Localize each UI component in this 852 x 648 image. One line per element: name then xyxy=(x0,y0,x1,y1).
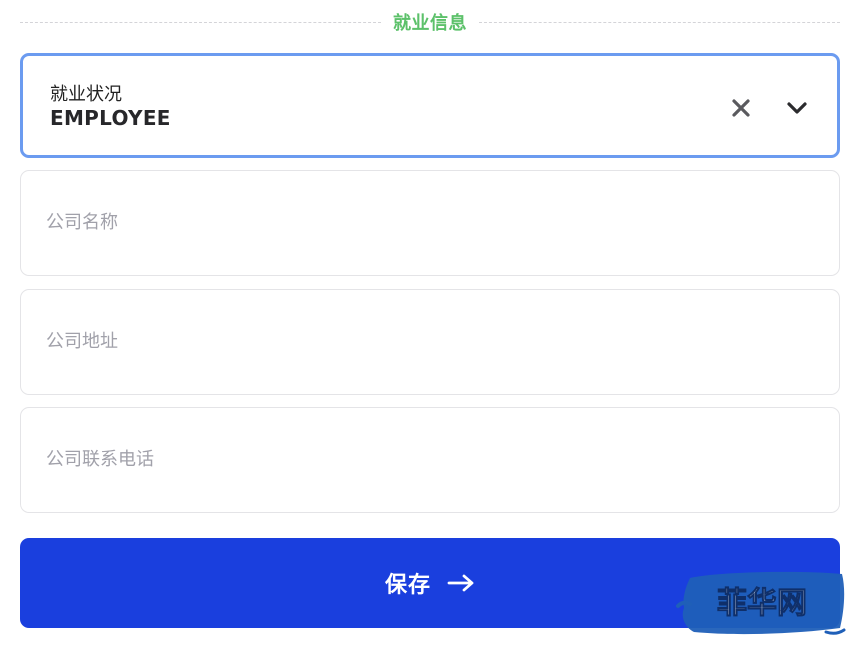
employment-form: 就业信息 就业状况 EMPLOYEE 保存 菲华网 xyxy=(0,0,852,648)
watermark-text: 菲华网 xyxy=(717,586,807,621)
section-header: 就业信息 xyxy=(20,10,840,34)
company-name-box xyxy=(20,170,840,276)
company-phone-box xyxy=(20,407,840,513)
company-address-input[interactable] xyxy=(46,326,806,356)
company-address-box xyxy=(20,289,840,395)
watermark-logo: 菲华网 xyxy=(676,571,846,635)
company-name-input[interactable] xyxy=(46,207,806,237)
employment-status-select[interactable]: 就业状况 EMPLOYEE xyxy=(20,53,840,158)
chevron-down-icon[interactable] xyxy=(785,96,809,120)
section-divider-left xyxy=(20,21,381,23)
arrow-right-icon xyxy=(447,574,474,592)
employment-status-value: EMPLOYEE xyxy=(50,106,171,130)
close-icon[interactable] xyxy=(729,96,753,120)
employment-status-label: 就业状况 xyxy=(50,84,122,105)
section-divider-right xyxy=(479,21,840,23)
section-title: 就业信息 xyxy=(393,13,467,34)
save-button-label: 保存 xyxy=(384,572,431,597)
company-phone-input[interactable] xyxy=(46,444,806,474)
